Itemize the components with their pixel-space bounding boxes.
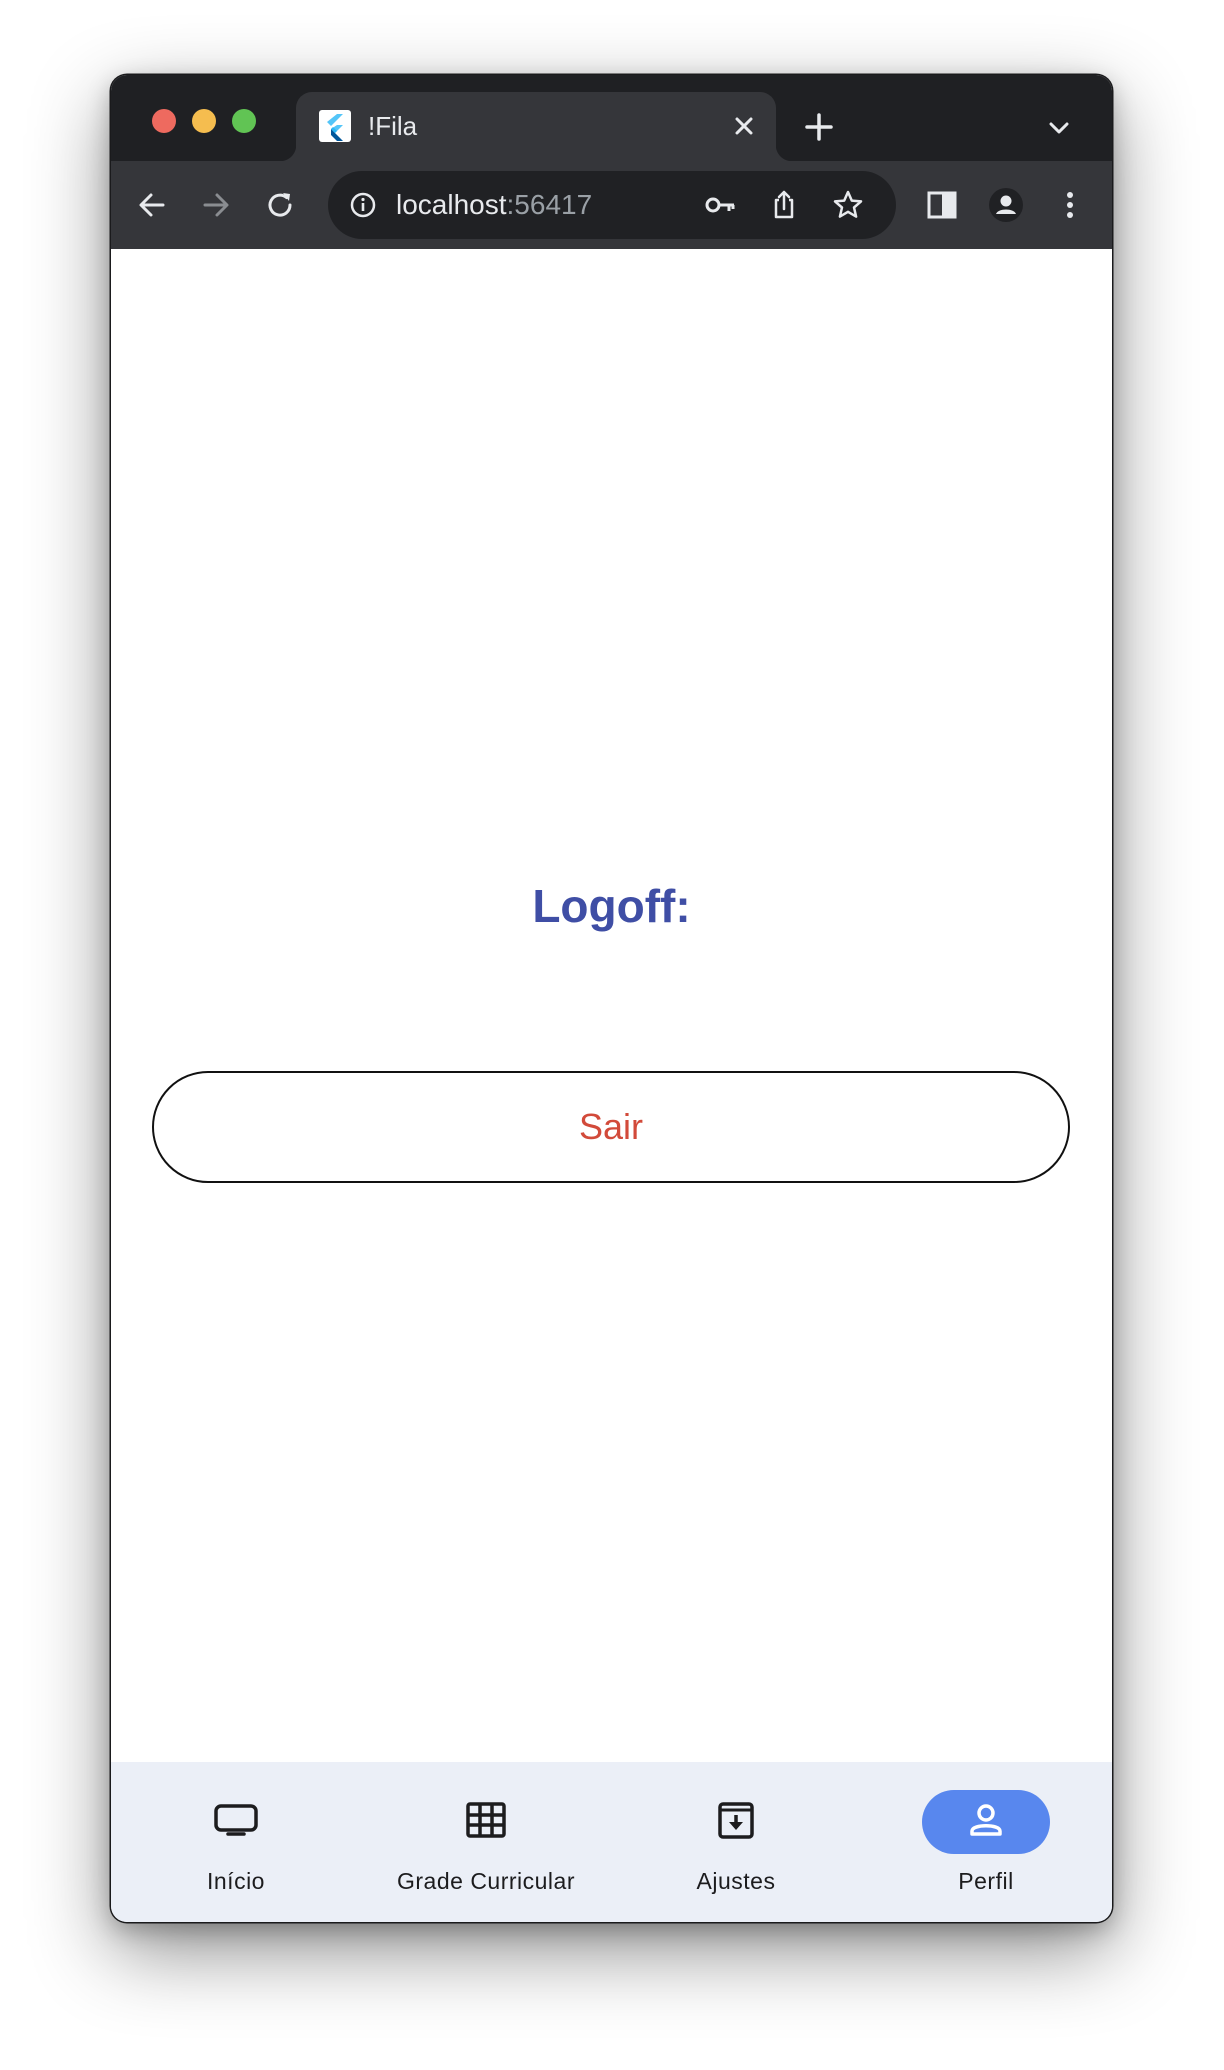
tab-strip: !Fila (111, 75, 1112, 161)
back-arrow-icon[interactable] (135, 188, 169, 222)
nav-active-pill (922, 1790, 1050, 1854)
nav-icon-container (672, 1790, 800, 1854)
share-icon[interactable] (767, 188, 801, 222)
bottom-navigation-bar: Início Grade Curricular Ajustes Perfil (111, 1762, 1112, 1922)
person-icon (968, 1802, 1004, 1843)
nav-icon-container (422, 1790, 550, 1854)
tab-title: !Fila (368, 111, 418, 141)
url-port: :56417 (506, 189, 593, 220)
archive-icon (717, 1800, 755, 1845)
logoff-heading: Logoff: (532, 880, 691, 932)
site-info-icon[interactable] (346, 188, 380, 222)
bookmark-star-icon[interactable] (831, 188, 865, 222)
flutter-favicon-icon (319, 110, 351, 142)
nav-icon-container (172, 1790, 300, 1854)
tab-search-chevron-icon[interactable] (1046, 115, 1072, 141)
nav-label-perfil: Perfil (958, 1868, 1014, 1894)
url-text: localhost:56417 (396, 189, 592, 221)
grid-icon (466, 1801, 506, 1843)
nav-item-perfil[interactable]: Perfil (861, 1762, 1111, 1922)
profile-avatar-icon[interactable] (989, 188, 1023, 222)
maximize-window-button[interactable] (232, 109, 256, 133)
nav-label-grade-curricular: Grade Curricular (397, 1868, 575, 1894)
close-tab-icon[interactable] (730, 112, 758, 140)
tv-icon (214, 1803, 258, 1842)
nav-item-ajustes[interactable]: Ajustes (611, 1762, 861, 1922)
reload-icon[interactable] (263, 188, 297, 222)
browser-tab[interactable]: !Fila (280, 92, 792, 161)
nav-label-inicio: Início (207, 1868, 265, 1894)
url-host: localhost (396, 189, 507, 220)
close-window-button[interactable] (152, 109, 176, 133)
browser-window: !Fila localhost:56417 Logoff: Sair Iníci… (111, 75, 1112, 1922)
more-menu-icon[interactable] (1053, 188, 1087, 222)
page-content: Logoff: Sair (111, 249, 1112, 1762)
nav-item-grade-curricular[interactable]: Grade Curricular (361, 1762, 611, 1922)
nav-item-inicio[interactable]: Início (111, 1762, 361, 1922)
minimize-window-button[interactable] (192, 109, 216, 133)
forward-arrow-icon[interactable] (199, 188, 233, 222)
logout-button-label: Sair (578, 1106, 644, 1147)
side-panel-icon[interactable] (925, 188, 959, 222)
new-tab-icon[interactable] (803, 111, 835, 143)
password-key-icon[interactable] (703, 188, 737, 222)
address-bar[interactable]: localhost:56417 (328, 171, 896, 239)
nav-label-ajustes: Ajustes (696, 1868, 776, 1894)
logout-button[interactable]: Sair (152, 1071, 1070, 1183)
browser-toolbar: localhost:56417 (111, 161, 1112, 249)
